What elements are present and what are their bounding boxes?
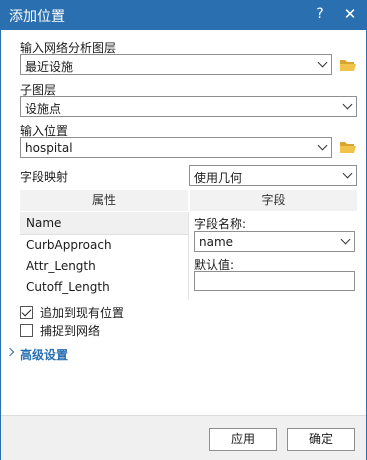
chevron-down-icon xyxy=(342,99,353,110)
chevron-down-icon xyxy=(342,168,353,179)
append-label: 追加到现有位置 xyxy=(40,306,125,320)
field-mapping-mode-value: 使用几何 xyxy=(194,171,243,185)
list-item[interactable]: Cutoff_Length xyxy=(26,280,110,294)
field-mapping-label: 字段映射 xyxy=(20,170,69,184)
network-layer-value: 最近设施 xyxy=(25,60,74,74)
close-icon[interactable]: ✕ xyxy=(342,5,358,23)
sublayer-value: 设施点 xyxy=(25,102,62,116)
field-column-header: 字段 xyxy=(190,190,357,211)
property-column-header: 属性 xyxy=(20,190,188,211)
help-icon[interactable]: ? xyxy=(312,6,328,22)
property-list[interactable]: Name CurbApproach Attr_Length Cutoff_Len… xyxy=(20,212,189,300)
default-value-input[interactable] xyxy=(194,271,355,291)
sublayer-dropdown[interactable]: 设施点 xyxy=(20,96,357,117)
snap-checkbox[interactable] xyxy=(20,324,33,337)
list-item[interactable]: Attr_Length xyxy=(26,259,96,273)
chevron-down-icon xyxy=(340,234,351,245)
folder-open-icon[interactable] xyxy=(339,58,357,72)
checkmark-icon xyxy=(21,306,32,317)
list-item[interactable]: CurbApproach xyxy=(26,238,112,252)
list-item-selected[interactable]: Name xyxy=(20,212,188,235)
dialog-title: 添加位置 xyxy=(9,9,65,25)
input-location-value: hospital xyxy=(25,141,73,155)
field-name-value: name xyxy=(199,235,234,249)
add-locations-dialog: 添加位置 ? ✕ 输入网络分析图层 最近设施 子图层 设施点 输入位置 hosp… xyxy=(0,0,367,460)
field-mapping-mode-dropdown[interactable]: 使用几何 xyxy=(189,165,357,186)
ok-button[interactable]: 确定 xyxy=(287,428,355,451)
property-name: Name xyxy=(26,216,62,230)
field-name-dropdown[interactable]: name xyxy=(194,231,355,252)
network-layer-dropdown[interactable]: 最近设施 xyxy=(20,54,332,75)
dialog-footer: 应用 确定 xyxy=(1,415,366,460)
folder-open-icon[interactable] xyxy=(339,140,357,154)
field-name-label: 字段名称: xyxy=(194,217,247,231)
advanced-settings-toggle[interactable]: 高级设置 xyxy=(20,346,68,363)
chevron-down-icon xyxy=(317,140,328,151)
apply-button[interactable]: 应用 xyxy=(209,428,277,451)
append-checkbox[interactable] xyxy=(20,306,33,319)
snap-label: 捕捉到网络 xyxy=(40,324,101,338)
title-bar: 添加位置 ? ✕ xyxy=(1,1,366,30)
chevron-down-icon xyxy=(317,57,328,68)
input-location-dropdown[interactable]: hospital xyxy=(20,137,332,158)
chevron-right-icon[interactable] xyxy=(5,347,15,357)
